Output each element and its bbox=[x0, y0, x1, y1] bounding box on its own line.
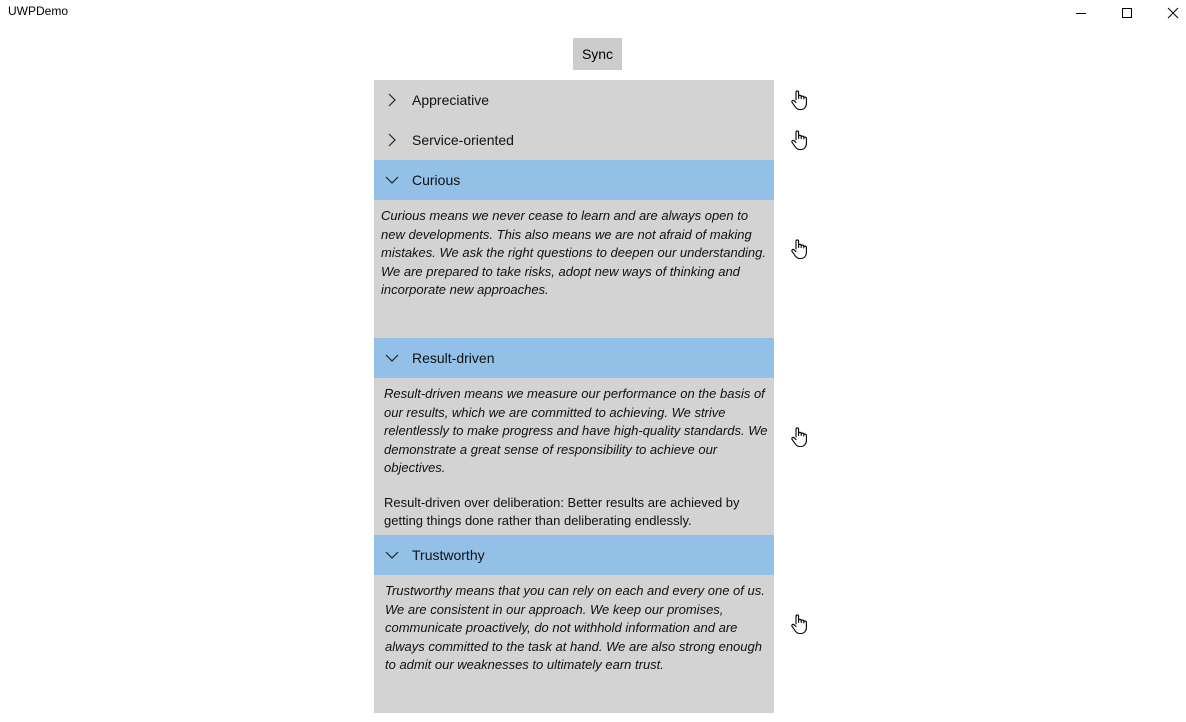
section-label: Service-oriented bbox=[412, 132, 514, 148]
title-bar: UWPDemo bbox=[0, 0, 1186, 26]
section-note: Result-driven over deliberation: Better … bbox=[384, 494, 740, 529]
close-button[interactable] bbox=[1150, 0, 1186, 26]
close-icon bbox=[1167, 7, 1179, 19]
accordion-panel: Appreciative Service-oriented Curious Cu… bbox=[374, 80, 774, 713]
chevron-down-icon bbox=[385, 354, 399, 362]
app-title: UWPDemo bbox=[8, 4, 69, 18]
section-header-service-oriented[interactable]: Service-oriented bbox=[374, 120, 774, 160]
section-description: Result-driven means we measure our perfo… bbox=[384, 386, 768, 475]
section-label: Trustworthy bbox=[412, 547, 485, 563]
maximize-button[interactable] bbox=[1104, 0, 1150, 26]
chevron-down-icon bbox=[385, 551, 399, 559]
section-label: Curious bbox=[412, 172, 461, 188]
maximize-icon bbox=[1122, 8, 1132, 18]
section-label: Appreciative bbox=[412, 92, 490, 108]
section-label: Result-driven bbox=[412, 350, 495, 366]
chevron-right-icon bbox=[388, 93, 396, 107]
hand-pointer-icon[interactable] bbox=[789, 613, 809, 635]
section-body-result-driven: Result-driven means we measure our perfo… bbox=[384, 385, 769, 531]
section-header-curious[interactable]: Curious bbox=[374, 160, 774, 200]
chevron-right-icon bbox=[388, 133, 396, 147]
hand-pointer-icon[interactable] bbox=[789, 426, 809, 448]
hand-pointer-icon[interactable] bbox=[789, 89, 809, 111]
section-header-trustworthy[interactable]: Trustworthy bbox=[374, 535, 774, 575]
chevron-down-icon bbox=[385, 176, 399, 184]
hand-pointer-icon[interactable] bbox=[789, 238, 809, 260]
section-body-curious: Curious means we never cease to learn an… bbox=[381, 207, 771, 300]
hand-pointer-icon[interactable] bbox=[789, 129, 809, 151]
section-description: Curious means we never cease to learn an… bbox=[381, 208, 766, 297]
section-header-result-driven[interactable]: Result-driven bbox=[374, 338, 774, 378]
section-header-appreciative[interactable]: Appreciative bbox=[374, 80, 774, 120]
sync-button[interactable]: Sync bbox=[573, 38, 622, 70]
section-body-trustworthy: Trustworthy means that you can rely on e… bbox=[385, 582, 770, 675]
minimize-button[interactable] bbox=[1058, 0, 1104, 26]
section-description: Trustworthy means that you can rely on e… bbox=[385, 583, 765, 672]
minimize-icon bbox=[1076, 13, 1086, 14]
